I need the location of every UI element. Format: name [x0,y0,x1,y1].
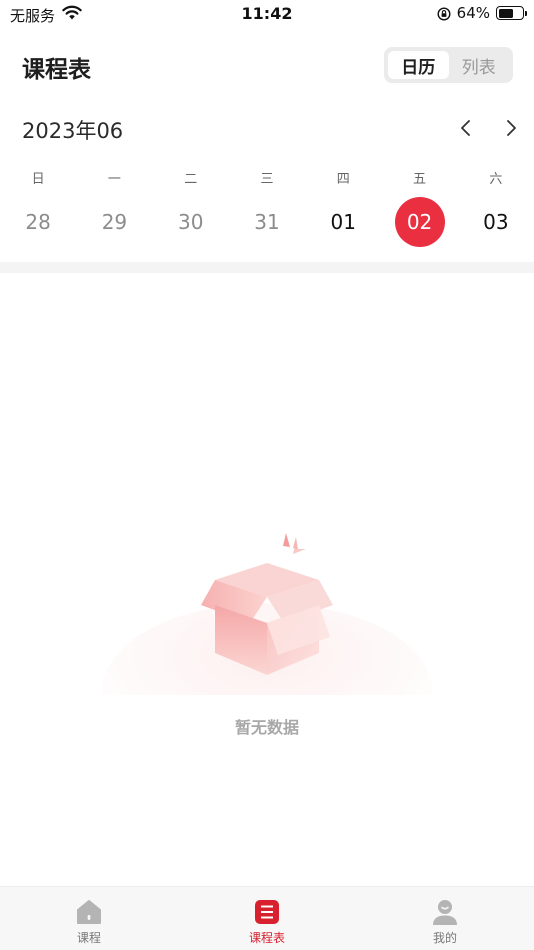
empty-message: 暂无数据 [234,718,299,737]
month-label: 2023年06 [22,119,124,143]
battery-percent: 64% [456,4,490,22]
chevron-right-icon [507,120,516,136]
weekday-row: 日 一 二 三 四 五 六 [0,168,534,187]
date-number: 28 [25,210,51,234]
date-cell[interactable]: 01 [305,196,381,248]
date-row: 28 29 30 31 01 02 03 [0,196,534,248]
date-number: 30 [177,210,204,234]
battery-level-fill [498,8,514,18]
schedule-icon [255,900,279,924]
date-number: 29 [101,210,128,234]
weekday-label: 五 [413,172,427,187]
date-number: 31 [254,210,280,234]
chevron-left-icon [461,120,470,136]
weekday-label: 一 [107,172,121,187]
weekday-label: 四 [336,172,350,187]
date-cell[interactable]: 03 [458,196,534,248]
section-divider [0,262,534,273]
tab-courses-label: 课程 [76,931,101,945]
date-cell-selected[interactable]: 02 [381,196,457,248]
weekday-label: 二 [184,172,198,187]
tab-schedule[interactable]: 课程表 [178,887,356,950]
empty-state: 暂无数据 [0,273,534,886]
date-number: 03 [483,210,509,234]
tab-schedule-label: 课程表 [248,931,285,945]
next-month-button[interactable] [499,116,523,140]
tab-profile-label: 我的 [432,931,457,945]
toggle-list-view[interactable]: 列表 [449,51,510,79]
prev-month-button[interactable] [454,116,478,140]
tab-courses[interactable]: 课程 [0,887,178,950]
empty-box-illustration [102,533,432,695]
weekday-label: 日 [31,172,45,187]
header: 课程表 日历 列表 [0,28,534,92]
date-number: 01 [330,210,356,234]
status-bar: 无服务 11:42 64% [0,0,534,28]
rotation-lock-icon [437,6,451,21]
view-toggle: 日历 列表 [384,47,513,83]
selected-date-number: 02 [394,197,445,247]
weekday-label: 三 [260,172,274,187]
bottom-tab-bar: 课程 课程表 我的 [0,886,534,950]
page-title: 课程表 [22,57,91,83]
weekday-label: 六 [489,172,503,187]
home-icon [77,900,101,924]
calendar: 2023年06 日 一 二 三 四 五 六 28 29 30 31 01 02 … [0,92,534,262]
date-cell[interactable]: 28 [0,196,76,248]
date-cell[interactable]: 30 [153,196,229,248]
profile-icon [433,900,457,925]
tab-profile[interactable]: 我的 [356,887,534,950]
battery-icon [496,6,527,20]
date-cell[interactable]: 29 [76,196,152,248]
date-cell[interactable]: 31 [229,196,305,248]
toggle-calendar-view[interactable]: 日历 [388,51,449,79]
